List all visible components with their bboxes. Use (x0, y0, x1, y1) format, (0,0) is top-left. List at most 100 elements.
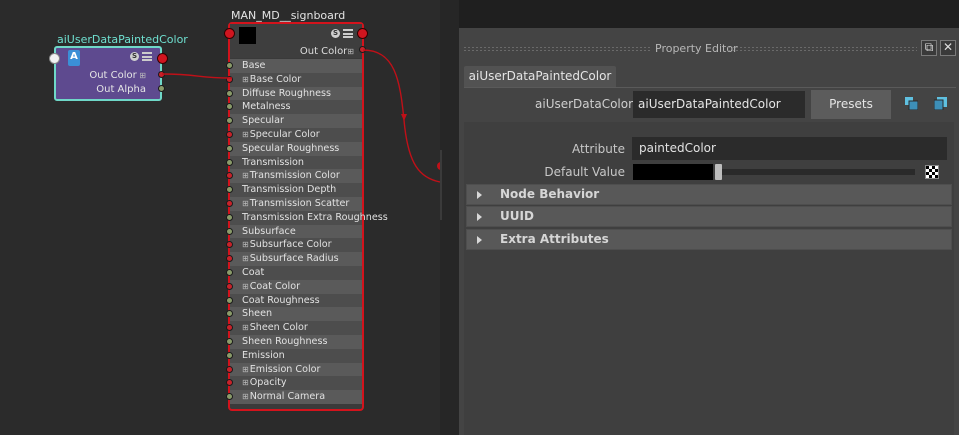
out-alpha-port[interactable] (158, 85, 165, 92)
attribute-list-icon[interactable] (343, 29, 353, 38)
attribute-input-port[interactable] (226, 255, 233, 263)
shader-attribute-row[interactable]: Diffuse Roughness (226, 86, 362, 101)
shader-attribute-row[interactable]: Emission (226, 348, 362, 363)
expand-compound-icon[interactable]: ⊞ (242, 75, 249, 84)
shader-attribute-row[interactable]: Coat Roughness (226, 293, 362, 308)
shader-attribute-row[interactable]: Specular (226, 114, 362, 128)
small-node[interactable]: A S Out Color ⊞ Out Alpha (54, 46, 162, 101)
attribute-input-port[interactable] (226, 117, 233, 125)
shader-attribute-row[interactable]: Transmission Extra Roughness (226, 210, 388, 225)
node-name-field[interactable]: aiUserDataPaintedColor (633, 91, 805, 118)
shader-out-color[interactable]: Out Color⊞ (300, 46, 354, 57)
shader-attribute-row[interactable]: ⊞Base Color (226, 72, 362, 87)
titlebar-grip-right[interactable] (727, 46, 917, 52)
swatch-toggle-icon[interactable]: S (130, 52, 139, 61)
slider-handle[interactable] (715, 164, 722, 180)
expand-compound-icon[interactable]: ⊞ (242, 365, 249, 374)
swatch-toggle-icon[interactable]: S (331, 29, 340, 38)
section-extra-attributes[interactable]: Extra Attributes (466, 229, 952, 250)
shader-attribute-row[interactable]: ⊞Specular Color (226, 127, 362, 142)
attribute-input-port[interactable] (226, 186, 233, 194)
shader-attribute-row[interactable]: ⊞Opacity (226, 376, 362, 391)
node-editor-canvas[interactable]: aiUserDataPaintedColor A S Out Color ⊞ O… (0, 0, 440, 435)
attribute-input-port[interactable] (226, 365, 233, 373)
property-editor-titlebar[interactable]: Property Editor ⧉ ✕ (459, 38, 959, 60)
attribute-input-port[interactable] (226, 337, 233, 345)
attribute-input-port[interactable] (226, 158, 233, 166)
attribute-input-port[interactable] (226, 227, 233, 235)
expand-compound-icon[interactable]: ⊞ (242, 378, 249, 387)
attribute-input-port[interactable] (226, 241, 233, 249)
shader-attribute-row[interactable]: Sheen (226, 307, 362, 322)
show-input-output-icon[interactable] (905, 97, 918, 110)
expand-compound-icon[interactable]: ⊞ (242, 130, 249, 139)
shader-attribute-row[interactable]: ⊞Transmission Color (226, 169, 362, 184)
shader-node-header[interactable]: S Out Color⊞ (230, 24, 362, 58)
shader-attribute-row[interactable]: ⊞Subsurface Color (226, 238, 362, 253)
shader-attribute-row[interactable]: ⊞Normal Camera (226, 390, 362, 404)
shader-attribute-row[interactable]: ⊞Transmission Scatter (226, 196, 362, 211)
section-uuid[interactable]: UUID (466, 206, 952, 227)
attribute-input-port[interactable] (226, 310, 233, 318)
shader-out-color-port[interactable] (359, 46, 366, 53)
attribute-input-port[interactable] (226, 75, 233, 83)
close-icon[interactable]: ✕ (940, 40, 956, 56)
section-node-behavior[interactable]: Node Behavior (466, 184, 952, 205)
shader-attribute-row[interactable]: Subsurface (226, 224, 362, 239)
attribute-input-port[interactable] (226, 213, 233, 221)
shader-attribute-row[interactable]: ⊞Emission Color (226, 362, 362, 377)
out-color-port[interactable] (158, 71, 165, 78)
small-node-input-port[interactable] (49, 53, 60, 64)
float-window-icon[interactable]: ⧉ (921, 40, 937, 56)
shader-attribute-row[interactable]: Specular Roughness (226, 141, 362, 156)
attribute-input-port[interactable] (226, 351, 233, 359)
attribute-input-port[interactable] (226, 393, 233, 401)
shader-attribute-row[interactable]: ⊞Subsurface Radius (226, 252, 362, 266)
attribute-input-port[interactable] (226, 130, 233, 138)
copy-tab-icon[interactable] (934, 97, 947, 110)
attribute-input-port[interactable] (226, 103, 233, 111)
expand-arrow-icon[interactable] (477, 191, 482, 199)
shader-attribute-row[interactable]: Transmission Depth (226, 183, 362, 197)
attribute-input-port[interactable] (226, 199, 233, 207)
shader-attribute-row[interactable]: Coat (226, 265, 362, 280)
small-node-out-color[interactable]: Out Color ⊞ (89, 70, 146, 81)
expand-compound-icon[interactable]: ⊞ (242, 392, 249, 401)
map-texture-icon[interactable] (925, 165, 939, 179)
titlebar-grip[interactable] (463, 46, 651, 52)
expand-compound-icon[interactable]: ⊞ (242, 171, 249, 180)
attribute-input-port[interactable] (226, 379, 233, 387)
tab-node[interactable]: aiUserDataPaintedColor (464, 66, 616, 87)
attribute-input-port[interactable] (226, 296, 233, 304)
default-value-slider[interactable] (717, 169, 915, 175)
attribute-input-port[interactable] (226, 172, 233, 180)
expand-compound-icon[interactable]: ⊞ (242, 254, 249, 263)
presets-button[interactable]: Presets (811, 90, 891, 119)
shader-attribute-row[interactable]: Transmission (226, 155, 362, 170)
expand-arrow-icon[interactable] (477, 213, 482, 221)
shader-attribute-row[interactable]: ⊞Coat Color (226, 279, 362, 294)
expand-compound-icon[interactable]: ⊞ (242, 323, 249, 332)
attribute-input-port[interactable] (226, 62, 233, 69)
shader-attribute-row[interactable]: Sheen Roughness (226, 334, 362, 349)
small-node-header[interactable]: A S (56, 48, 160, 70)
expand-compound-icon[interactable]: ⊞ (242, 199, 249, 208)
small-node-out-alpha[interactable]: Out Alpha (96, 84, 146, 95)
shader-node[interactable]: S Out Color⊞ Base ⊞Base Color Diffuse Roug… (226, 22, 388, 411)
default-value-color-swatch[interactable] (633, 164, 713, 180)
attribute-list-icon[interactable] (142, 52, 152, 61)
expand-compound-icon[interactable]: ⊞ (242, 240, 249, 249)
attribute-input-port[interactable] (226, 144, 233, 152)
shader-input-port[interactable] (224, 28, 235, 39)
attribute-input-port[interactable] (226, 268, 233, 276)
expand-arrow-icon[interactable] (477, 236, 482, 244)
small-node-output-port[interactable] (157, 53, 168, 64)
panel-divider[interactable] (440, 0, 459, 435)
shader-attribute-row[interactable]: Base (226, 59, 362, 73)
expand-compound-icon[interactable]: ⊞ (242, 282, 249, 291)
attribute-input-port[interactable] (226, 89, 233, 97)
shader-attribute-row[interactable]: Metalness (226, 100, 362, 115)
shader-output-port[interactable] (357, 28, 368, 39)
attribute-input-port[interactable] (226, 324, 233, 332)
attribute-field[interactable]: paintedColor (632, 137, 947, 160)
